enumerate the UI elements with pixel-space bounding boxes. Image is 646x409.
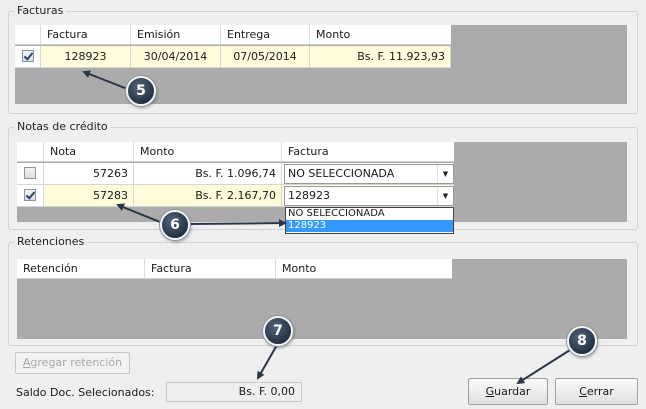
header-check [17, 142, 44, 162]
header-check [15, 25, 41, 45]
annotation-arrow [257, 344, 278, 380]
col-factura[interactable]: Factura [145, 259, 276, 279]
factura-row-check-cell [15, 46, 41, 68]
retenciones-header: Retención Factura Monto [17, 259, 452, 279]
chevron-down-icon[interactable]: ▼ [437, 187, 453, 205]
chevron-down-icon[interactable]: ▼ [437, 165, 453, 183]
nota-number: 57263 [44, 163, 134, 185]
saldo-label: Saldo Doc. Selecionados: [16, 386, 155, 399]
saldo-value-field: Bs. F. 0,00 [166, 382, 302, 402]
col-monto[interactable]: Monto [310, 25, 451, 45]
select-value: 128923 [288, 189, 330, 202]
nota-number: 57283 [44, 185, 134, 207]
cerrar-label: Cerrar [579, 385, 614, 398]
agregar-retencion-label: Agregar retención [22, 356, 123, 369]
factura-row[interactable]: 128923 30/04/2014 07/05/2014 Bs. F. 11.9… [15, 46, 451, 68]
nota-row-check-cell [17, 185, 44, 207]
guardar-label: Guardar [485, 385, 531, 398]
notas-title: Notas de crédito [14, 120, 111, 134]
saldo-value: Bs. F. 0,00 [238, 385, 295, 398]
annotation-badge: 8 [567, 326, 597, 356]
guardar-button[interactable]: Guardar [468, 378, 548, 405]
annotation-badge: 5 [126, 76, 156, 106]
nota-monto: Bs. F. 1.096,74 [134, 163, 282, 185]
cerrar-button[interactable]: Cerrar [555, 378, 638, 405]
annotation-badge: 6 [160, 210, 190, 240]
agregar-retencion-button[interactable]: Agregar retención [15, 352, 130, 374]
factura-number: 128923 [41, 46, 131, 68]
nota-row-checkbox[interactable] [24, 167, 36, 179]
factura-row-checkbox[interactable] [21, 50, 34, 62]
nota-monto: Bs. F. 2.167,70 [134, 185, 282, 207]
retenciones-title: Retenciones [14, 235, 88, 249]
factura-monto: Bs. F. 11.923,93 [310, 46, 451, 68]
col-factura[interactable]: Factura [282, 142, 454, 162]
annotation-badge: 7 [263, 316, 293, 346]
col-nota[interactable]: Nota [44, 142, 134, 162]
dropdown-option[interactable]: NO SELECCIONADA [286, 208, 453, 220]
col-factura[interactable]: Factura [41, 25, 131, 45]
select-value: NO SELECCIONADA [288, 167, 395, 180]
nota-row-check-cell [17, 163, 44, 185]
notas-header: Nota Monto Factura [17, 142, 454, 162]
nota-factura-select[interactable]: 128923 ▼ [284, 186, 454, 206]
col-entrega[interactable]: Entrega [221, 25, 310, 45]
col-monto[interactable]: Monto [276, 259, 452, 279]
col-monto[interactable]: Monto [134, 142, 282, 162]
nota-factura-select[interactable]: NO SELECCIONADA ▼ [284, 164, 454, 184]
col-retencion[interactable]: Retención [17, 259, 145, 279]
nota-row-checkbox[interactable] [24, 189, 36, 201]
factura-emision: 30/04/2014 [131, 46, 221, 68]
dropdown-option-selected[interactable]: 128923 [286, 220, 453, 232]
facturas-title: Facturas [14, 4, 67, 18]
col-emision[interactable]: Emisión [131, 25, 221, 45]
factura-dropdown-list[interactable]: NO SELECCIONADA 128923 [285, 207, 454, 234]
factura-entrega: 07/05/2014 [221, 46, 310, 68]
facturas-header: Factura Emisión Entrega Monto [15, 25, 451, 45]
